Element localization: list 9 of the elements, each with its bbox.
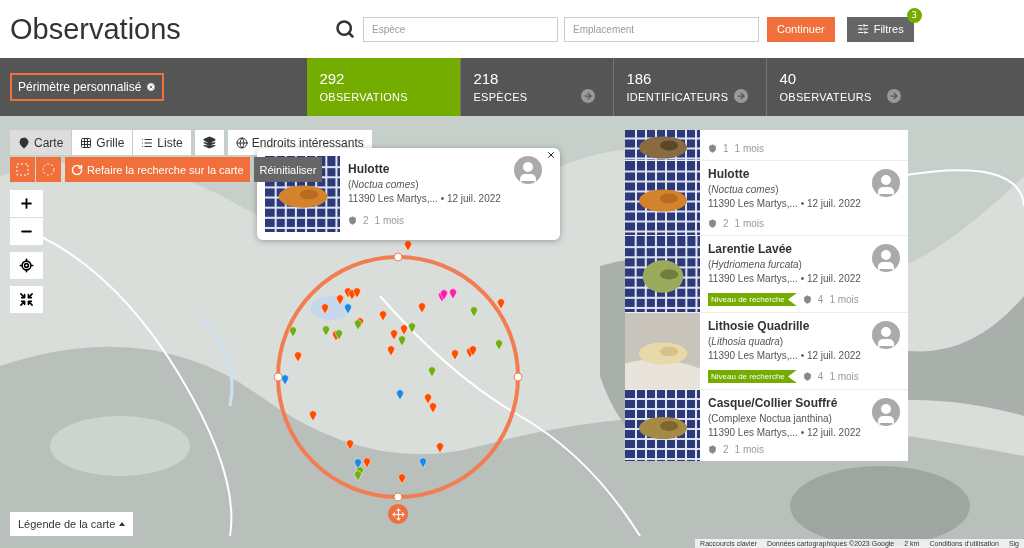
filters-button[interactable]: Filtres	[846, 16, 914, 42]
filter-count-badge: 3	[906, 7, 922, 23]
location-field[interactable]: Emplacement	[564, 16, 759, 42]
sliders-icon	[856, 23, 869, 35]
remove-icon	[146, 82, 157, 92]
search-icon	[335, 19, 355, 39]
species-field[interactable]: Espèce	[363, 16, 558, 42]
custom-area-button[interactable]: Périmètre personnalisé	[10, 73, 165, 101]
page-title: Observations	[10, 12, 182, 46]
